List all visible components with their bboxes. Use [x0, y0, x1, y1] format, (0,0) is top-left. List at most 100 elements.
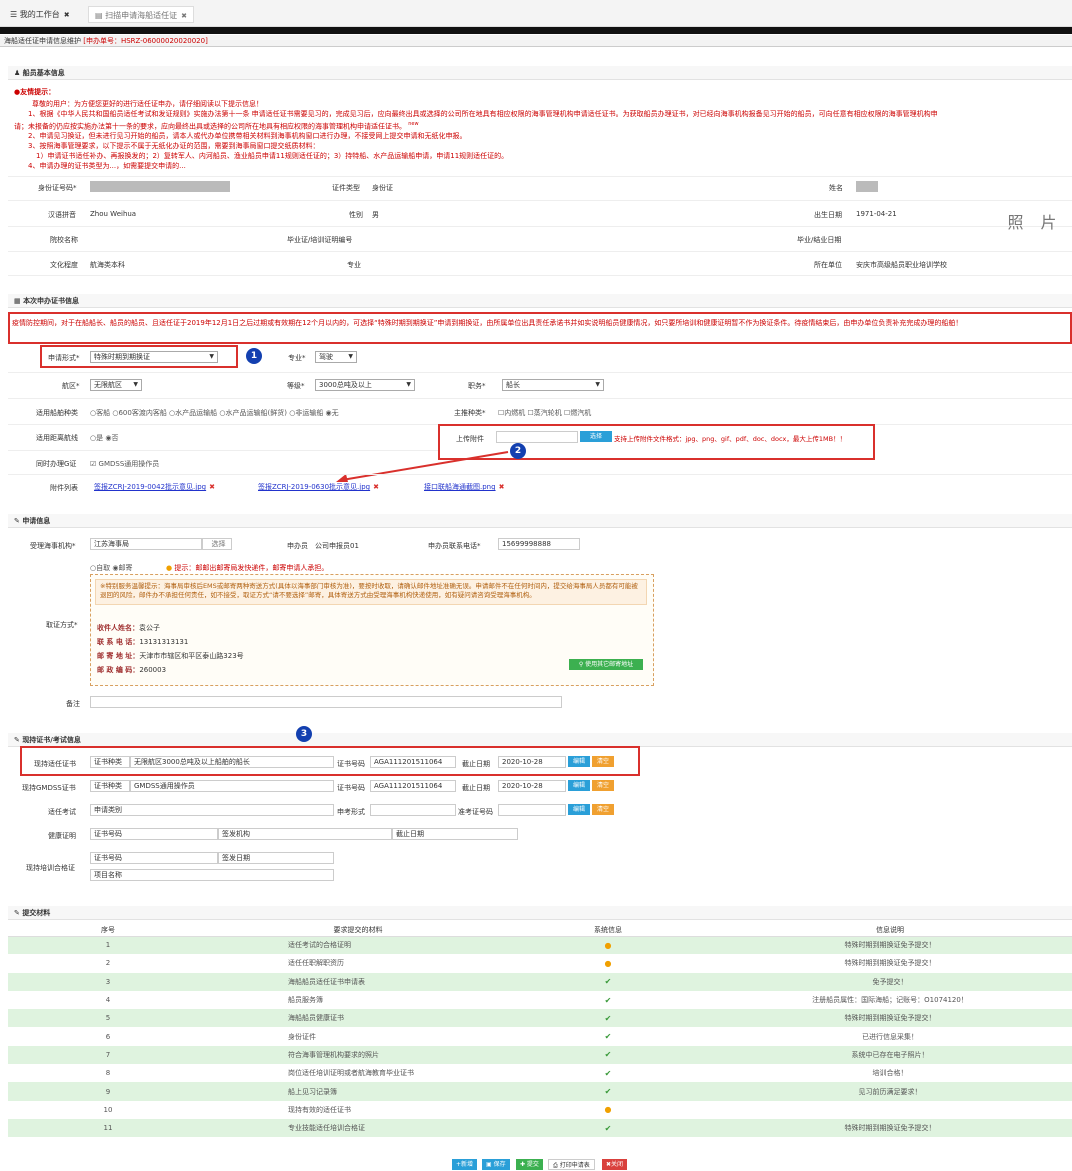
info-note: 特殊时期到期换证免予提交！	[708, 1009, 1072, 1028]
exam-form-input[interactable]	[370, 804, 456, 816]
pickup-radio-group[interactable]: ○自取 ◉邮寄	[90, 563, 132, 573]
remark-input[interactable]	[90, 696, 562, 708]
ship-option[interactable]: 无	[332, 409, 339, 417]
ship-option[interactable]: 水产品运输船	[175, 409, 217, 417]
divider	[8, 251, 1072, 252]
health-exp-field[interactable]: 截止日期	[392, 828, 518, 840]
birth-label: 出生日期	[814, 211, 842, 219]
gmdss-checkbox[interactable]: ☑ GMDSS通用操作员	[90, 459, 159, 469]
check-icon: ✔	[604, 1013, 612, 1023]
cert-no-value[interactable]: AGA111201511064	[370, 780, 456, 792]
ship-radio-group[interactable]: ○客船 ○600客渡内客船 ○水产品运输船 ○水产品运输船(鲜货) ○非运输船 …	[90, 408, 339, 418]
print-button[interactable]: ⎙ 打印申请表	[548, 1159, 595, 1170]
mail-name-label: 收件人姓名：	[97, 624, 139, 632]
unit-value: 安庆市高级船员职业培训学校	[856, 261, 947, 269]
divider	[8, 450, 438, 451]
area-select[interactable]: 无限航区 ▼	[90, 379, 142, 391]
row-number: 2	[8, 954, 208, 973]
ship-option[interactable]: 客船	[96, 409, 110, 417]
mail-addr: 天津市市辖区和平区泰山路323号	[139, 652, 244, 660]
train-no-field[interactable]: 证书号码	[90, 852, 218, 864]
health-no-field[interactable]: 证书号码	[90, 828, 218, 840]
table-row: 8 岗位适任培训证明或者航海教育毕业证书 ✔ 培训合格！	[8, 1064, 1072, 1083]
info-note: 特殊时期到期换证免予提交！	[708, 1118, 1072, 1138]
health-org-field[interactable]: 签发机构	[218, 828, 392, 840]
attachment-item[interactable]: 接口联船海通截图.png ✖	[424, 482, 504, 492]
column-header: 序号	[8, 924, 208, 937]
attachment-link[interactable]: 接口联船海通截图.png	[424, 483, 496, 491]
cert-no-value[interactable]: AGA111201511064	[370, 756, 456, 768]
section-materials: ✎ 提交材料	[8, 906, 1072, 920]
delete-icon[interactable]: ✖	[209, 483, 215, 491]
ticket-number: [申办单号：HSRZ-06000020020020]	[83, 37, 208, 45]
system-status: ✔	[508, 1118, 708, 1138]
delete-icon[interactable]: ✖	[373, 483, 379, 491]
train-item-field[interactable]: 项目名称	[90, 869, 334, 881]
ship-option[interactable]: 600客渡内客船	[118, 409, 166, 417]
engine-option[interactable]: 燃汽机	[570, 409, 591, 417]
pickup-label: 取证方式*	[46, 621, 78, 629]
cert-type-value[interactable]: 无限航区3000总吨及以上船舶的船长	[130, 756, 334, 768]
pickup-option[interactable]: 邮寄	[118, 564, 132, 572]
cert-type-value[interactable]: GMDSS通用操作员	[130, 780, 334, 792]
delete-icon[interactable]: ✖	[499, 483, 505, 491]
system-status: ✔	[508, 972, 708, 991]
engine-option[interactable]: 内燃机	[504, 409, 525, 417]
system-status: ●	[508, 1100, 708, 1119]
section-apply-info: ✎ 申请信息	[8, 514, 1072, 528]
edu-label: 文化程度	[50, 261, 78, 269]
org-select-button[interactable]: 选择	[202, 538, 232, 550]
engine-option[interactable]: 蒸汽轮机	[534, 409, 562, 417]
exam-no-input[interactable]	[498, 804, 566, 816]
grade-select[interactable]: 3000总吨及以上 ▼	[315, 379, 415, 391]
new-button[interactable]: +新增	[452, 1159, 478, 1170]
tab-apply-cert[interactable]: ▤ 扫描申请海船适任证 ✖	[88, 6, 194, 23]
gmdss-value: GMDSS通用操作员	[98, 460, 160, 468]
save-button[interactable]: ▣ 保存	[482, 1159, 510, 1170]
cert-exp-value[interactable]: 2020-10-28	[498, 780, 566, 792]
submit-button[interactable]: ✚ 提交	[516, 1159, 543, 1170]
table-row: 5 海船船员健康证书 ✔ 特殊时期到期换证免予提交！	[8, 1009, 1072, 1028]
pickup-option[interactable]: 自取	[96, 564, 110, 572]
ship-option[interactable]: 水产品运输船(鲜货)	[226, 409, 287, 417]
ship-option[interactable]: 非运输船	[295, 409, 323, 417]
close-icon[interactable]: ✖	[181, 12, 187, 20]
duty-select[interactable]: 船长 ▼	[502, 379, 604, 391]
section-title: 本次申办证书信息	[23, 297, 80, 305]
edit-button[interactable]: 编辑	[568, 804, 590, 815]
exam-category-field[interactable]: 申请类别	[90, 804, 334, 816]
info-note: 见习前历满足要求！	[708, 1082, 1072, 1101]
info-note: 已进行信息采集！	[708, 1027, 1072, 1046]
tab-workbench[interactable]: ☰ 我的工作台 ✖	[4, 6, 76, 23]
org-input[interactable]: 江苏海事局	[90, 538, 202, 550]
attachment-link[interactable]: 签报ZCRJ-2019-0630批示意见.jpg	[258, 483, 370, 491]
spec-select[interactable]: 驾驶 ▼	[315, 351, 357, 363]
train-date-field[interactable]: 签发日期	[218, 852, 334, 864]
attachment-link[interactable]: 签报ZCRJ-2019-0042批示意见.jpg	[94, 483, 206, 491]
close-button[interactable]: ✖关闭	[602, 1159, 628, 1170]
form-select-value: 特殊时期到期换证	[94, 353, 150, 361]
clear-button[interactable]: 清空	[592, 756, 614, 767]
attachment-item[interactable]: 签报ZCRJ-2019-0042批示意见.jpg ✖	[94, 482, 215, 492]
photo-placeholder[interactable]: 照 片	[1000, 183, 1070, 268]
area-label: 航区*	[62, 382, 80, 390]
notice-title: ●友情提示：	[14, 87, 55, 97]
edit-button[interactable]: 编辑	[568, 780, 590, 791]
cert-exp-value[interactable]: 2020-10-28	[498, 756, 566, 768]
clear-button[interactable]: 清空	[592, 804, 614, 815]
close-icon[interactable]: ✖	[64, 11, 70, 19]
certtype-label: 证件类型	[332, 184, 360, 192]
limit-radio-group[interactable]: ○是 ◉否	[90, 433, 118, 443]
limit-option[interactable]: 是	[96, 434, 103, 442]
limit-option[interactable]: 否	[111, 434, 118, 442]
major-label: 专业	[347, 261, 361, 269]
edit-button[interactable]: 编辑	[568, 756, 590, 767]
upload-choose-button[interactable]: 选择	[580, 431, 612, 442]
form-select[interactable]: 特殊时期到期换证 ▼	[90, 351, 218, 363]
upload-file-input[interactable]	[496, 431, 578, 443]
clear-button[interactable]: 清空	[592, 780, 614, 791]
attachment-item[interactable]: 签报ZCRJ-2019-0630批示意见.jpg ✖	[258, 482, 379, 492]
other-address-button[interactable]: ⚲ 使用其它邮寄地址	[569, 659, 643, 670]
phone-input[interactable]: 15699998888	[498, 538, 580, 550]
engine-checkbox-group[interactable]: ☐内燃机 ☐蒸汽轮机 ☐燃汽机	[498, 408, 591, 418]
